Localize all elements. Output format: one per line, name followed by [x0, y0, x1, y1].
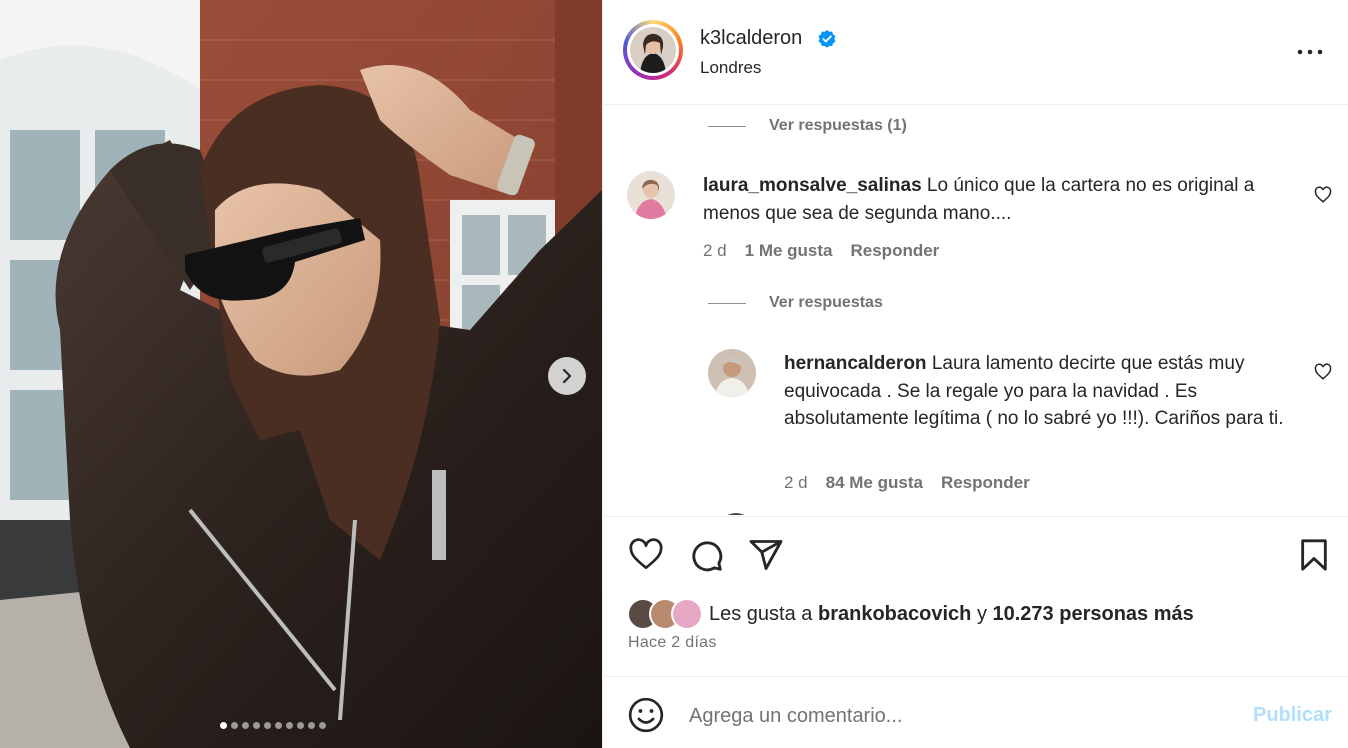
- carousel-dot: [264, 722, 271, 729]
- like-comment-heart-icon[interactable]: [1314, 363, 1332, 381]
- comment-avatar[interactable]: [718, 513, 754, 515]
- carousel-dot: [319, 722, 326, 729]
- author-avatar[interactable]: [623, 20, 683, 80]
- chevron-right-icon: [562, 368, 572, 384]
- share-send-icon[interactable]: [747, 537, 785, 573]
- comment-username[interactable]: hernancalderon: [784, 353, 927, 374]
- carousel-dot: [286, 722, 293, 729]
- bookmark-save-icon[interactable]: [1297, 537, 1331, 573]
- carousel-dot: [308, 722, 315, 729]
- comment-likes[interactable]: 84 Me gusta: [826, 473, 923, 493]
- next-photo-button[interactable]: [548, 357, 586, 395]
- divider: [603, 676, 1348, 677]
- comment-username[interactable]: laura_monsalve_salinas: [703, 175, 922, 196]
- carousel-dot: [220, 722, 227, 729]
- carousel-dot: [231, 722, 238, 729]
- comment-bubble-icon[interactable]: [687, 537, 725, 573]
- reply-button[interactable]: Responder: [941, 473, 1030, 493]
- like-heart-icon[interactable]: [627, 537, 665, 573]
- liker-username[interactable]: brankobacovich: [818, 603, 971, 625]
- post-header: k3lcalderon Londres: [603, 0, 1348, 105]
- carousel-dot: [253, 722, 260, 729]
- carousel-dot: [297, 722, 304, 729]
- photo-image: [0, 0, 602, 748]
- comment-input[interactable]: [687, 700, 1241, 732]
- publish-button[interactable]: Publicar: [1253, 704, 1332, 727]
- comment-body: hernancalderon Laura lamento decirte que…: [784, 350, 1294, 433]
- comment-likes[interactable]: 1 Me gusta: [745, 241, 833, 261]
- post-panel: k3lcalderon Londres Ver respuestas (1) l…: [602, 0, 1348, 748]
- liker-avatar: [671, 598, 703, 630]
- likes-joiner: y: [976, 603, 987, 625]
- likers-avatars[interactable]: [627, 598, 703, 630]
- comment-meta: 2 d 84 Me gusta Responder: [784, 473, 1030, 493]
- comment-avatar[interactable]: [708, 349, 756, 397]
- author-username[interactable]: k3lcalderon: [700, 27, 802, 50]
- emoji-icon[interactable]: [627, 696, 665, 734]
- carousel-dot: [242, 722, 249, 729]
- post-location[interactable]: Londres: [700, 58, 761, 78]
- comments-list[interactable]: Ver respuestas (1) laura_monsalve_salina…: [603, 105, 1348, 515]
- carousel-dot: [275, 722, 282, 729]
- more-options-icon[interactable]: [1297, 42, 1323, 62]
- likes-prefix: Les gusta a: [709, 603, 813, 625]
- view-replies-button[interactable]: Ver respuestas (1): [769, 117, 907, 135]
- replies-line: [708, 126, 746, 127]
- post-time[interactable]: Hace 2 días: [628, 634, 717, 652]
- comment-avatar[interactable]: [627, 171, 675, 219]
- likes-summary[interactable]: Les gusta a brankobacovich y 10.273 pers…: [709, 603, 1194, 626]
- comment-time: 2 d: [784, 473, 808, 492]
- verified-badge-icon: [818, 30, 836, 48]
- reply-button[interactable]: Responder: [851, 241, 940, 261]
- like-comment-heart-icon[interactable]: [1314, 186, 1332, 204]
- divider: [603, 516, 1348, 517]
- comment-meta: 2 d 1 Me gusta Responder: [703, 241, 939, 261]
- likes-count[interactable]: 10.273 personas más: [993, 603, 1194, 625]
- comment-body: laura_monsalve_salinas Lo único que la c…: [703, 172, 1298, 227]
- comment-time: 2 d: [703, 241, 727, 260]
- carousel-indicators: [220, 722, 326, 729]
- replies-line: [708, 303, 746, 304]
- view-replies-button[interactable]: Ver respuestas: [769, 294, 883, 312]
- post-photo[interactable]: [0, 0, 602, 748]
